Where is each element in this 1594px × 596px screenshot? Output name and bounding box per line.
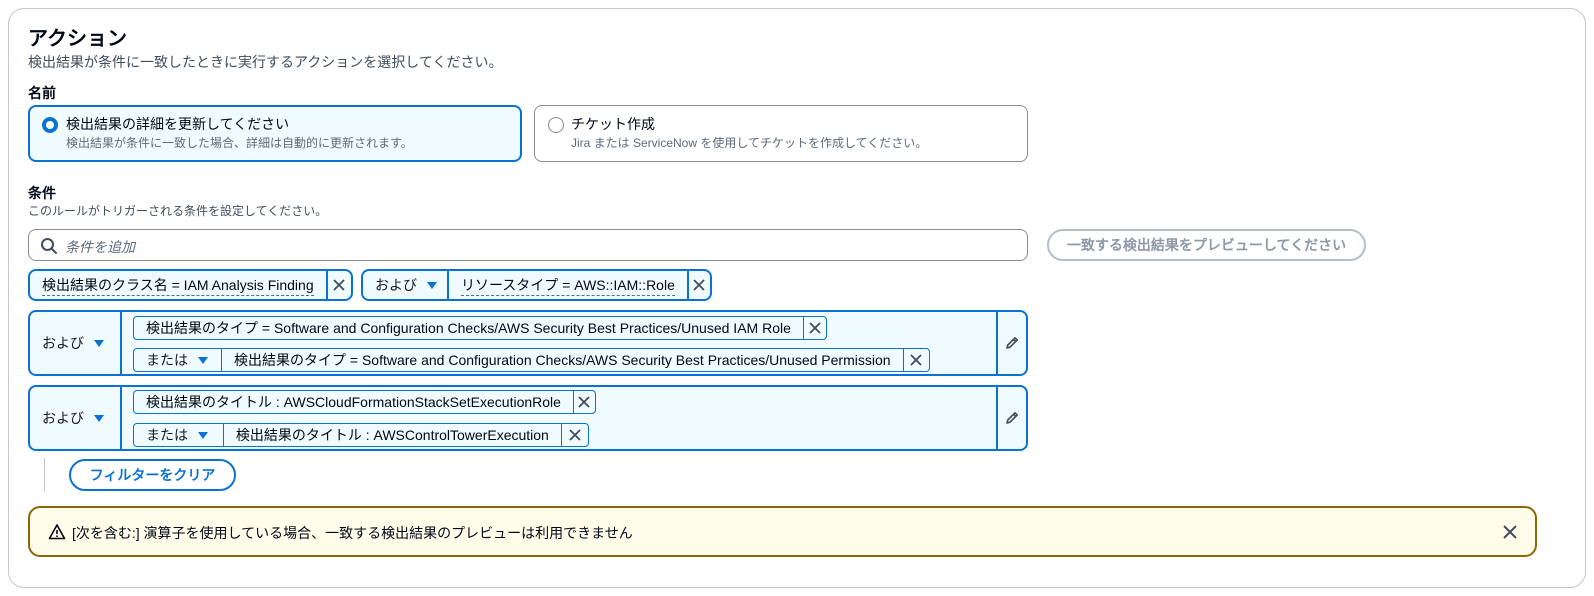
remove-token-button[interactable] [325, 271, 351, 299]
caret-down-icon [427, 281, 437, 289]
warning-alert: [次を含む:] 演算子を使用している場合、一致する検出結果のプレビューは利用でき… [28, 506, 1537, 557]
clear-filters-button[interactable]: フィルターをクリア [69, 459, 236, 491]
close-icon [910, 354, 922, 366]
option-title: 検出結果の詳細を更新してください [66, 116, 290, 132]
token-text[interactable]: リソースタイプ = AWS::IAM::Role [461, 275, 675, 296]
edit-group-button[interactable] [996, 312, 1026, 374]
group-operator-dropdown[interactable]: および [30, 387, 122, 449]
group-operator-dropdown[interactable]: および [30, 312, 122, 374]
option-description: 検出結果が条件に一致した場合、詳細は自動的に更新されます。 [66, 136, 413, 150]
caret-down-icon [198, 356, 208, 364]
edit-group-button[interactable] [996, 387, 1026, 449]
close-icon [693, 279, 706, 291]
operator-label: および [42, 335, 84, 351]
remove-token-button[interactable] [902, 349, 929, 371]
group-token[interactable]: または 検出結果のタイプ = Software and Configuratio… [133, 348, 930, 372]
remove-token-button[interactable] [560, 424, 588, 446]
token-text: 検出結果のタイトル : AWSControlTowerExecution [235, 427, 549, 443]
token-group-finding-type: および 検出結果のタイプ = Software and Configuratio… [28, 310, 1028, 376]
operator-dropdown[interactable]: または [134, 349, 222, 371]
operator-label: および [42, 410, 84, 426]
close-icon [333, 279, 345, 291]
close-icon [578, 396, 591, 408]
remove-token-button[interactable] [572, 391, 595, 413]
token-group-finding-title: および 検出結果のタイトル : AWSCloudFormationStackSe… [28, 385, 1028, 451]
option-update-finding[interactable]: 検出結果の詳細を更新してください 検出結果が条件に一致した場合、詳細は自動的に更… [28, 105, 522, 162]
close-icon [569, 429, 581, 441]
token-text: 検出結果のタイトル : AWSCloudFormationStackSetExe… [146, 394, 561, 410]
token-text: 検出結果のタイプ = Software and Configuration Ch… [146, 320, 791, 336]
operator-dropdown[interactable]: または [134, 424, 224, 446]
divider [44, 458, 45, 492]
filter-token-class-name[interactable]: 検出結果のクラス名 = IAM Analysis Finding [28, 269, 353, 301]
close-icon [809, 322, 821, 334]
close-icon[interactable] [1501, 523, 1519, 541]
conditions-label: 条件 [28, 185, 56, 201]
operator-label: または [146, 427, 188, 443]
remove-token-button[interactable] [802, 317, 826, 339]
option-title: チケット作成 [571, 116, 655, 132]
pencil-icon [1006, 337, 1018, 349]
option-description: Jira または ServiceNow を使用してチケットを作成してください。 [571, 136, 928, 150]
caret-down-icon [94, 339, 104, 347]
operator-label: または [146, 352, 188, 368]
operator-label: および [375, 277, 417, 293]
token-text: 検出結果のタイプ = Software and Configuration Ch… [234, 352, 891, 368]
conditions-description: このルールがトリガーされる条件を設定してください。 [28, 204, 328, 218]
option-create-ticket[interactable]: チケット作成 Jira または ServiceNow を使用してチケットを作成し… [534, 105, 1028, 162]
preview-matching-findings-button[interactable]: 一致する検出結果をプレビューしてください [1047, 229, 1366, 261]
remove-token-button[interactable] [686, 271, 710, 299]
search-icon [41, 238, 57, 254]
pencil-icon [1006, 412, 1018, 424]
token-text[interactable]: 検出結果のクラス名 = IAM Analysis Finding [42, 275, 314, 296]
search-placeholder: 条件を追加 [65, 239, 135, 255]
filter-token-resource-type[interactable]: および リソースタイプ = AWS::IAM::Role [361, 269, 712, 301]
radio-selected-icon[interactable] [42, 117, 58, 133]
caret-down-icon [198, 431, 208, 439]
group-token[interactable]: または 検出結果のタイトル : AWSControlTowerExecution [133, 423, 589, 447]
condition-search-input[interactable]: 条件を追加 [28, 229, 1028, 261]
warning-icon [48, 524, 66, 540]
group-token[interactable]: 検出結果のタイトル : AWSCloudFormationStackSetExe… [133, 390, 596, 414]
section-description: 検出結果が条件に一致したときに実行するアクションを選択してください。 [28, 54, 503, 70]
caret-down-icon [94, 414, 104, 422]
group-token[interactable]: 検出結果のタイプ = Software and Configuration Ch… [133, 316, 827, 340]
section-title: アクション [28, 28, 127, 50]
warning-text: [次を含む:] 演算子を使用している場合、一致する検出結果のプレビューは利用でき… [72, 525, 633, 541]
radio-unselected-icon[interactable] [548, 117, 564, 133]
operator-dropdown[interactable]: および [363, 271, 449, 299]
name-label: 名前 [28, 85, 56, 101]
